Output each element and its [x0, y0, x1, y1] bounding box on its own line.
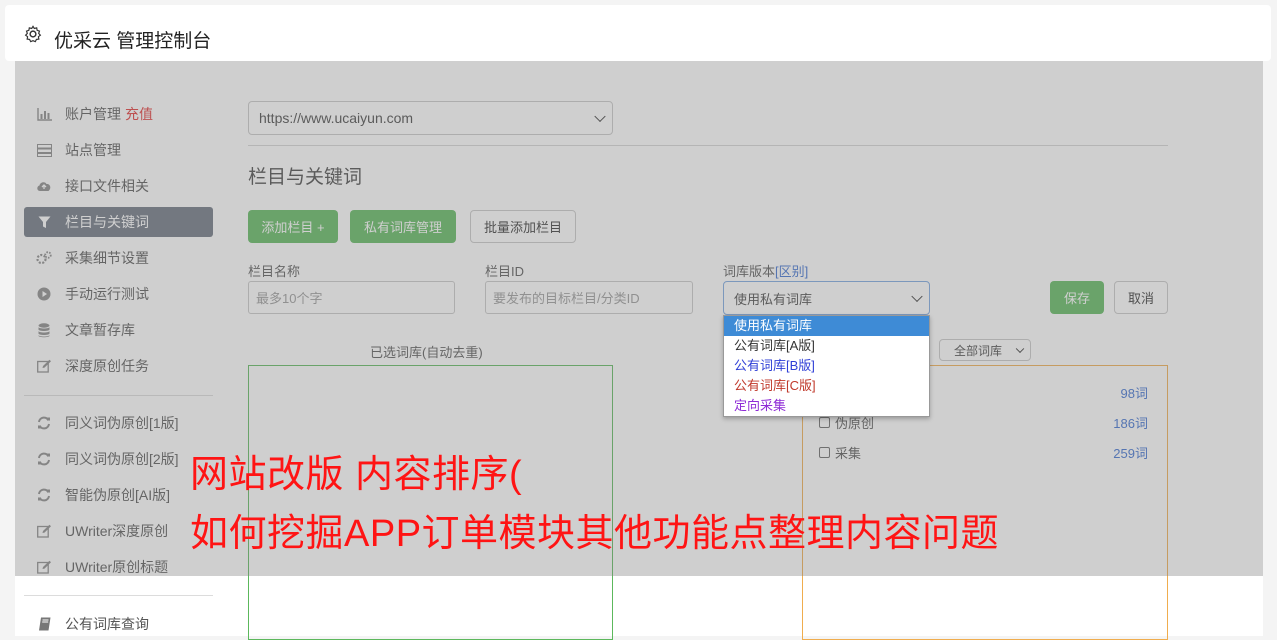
gear-icon	[24, 25, 42, 43]
dropdown-option[interactable]: 使用私有词库	[724, 316, 929, 336]
dropdown-option[interactable]: 定向采集	[724, 396, 929, 416]
sidebar-item-public-lib-query[interactable]: 公有词库查询	[24, 609, 213, 639]
lib-version-dropdown[interactable]: 使用私有词库 公有词库[A版] 公有词库[B版] 公有词库[C版] 定向采集	[723, 315, 930, 417]
gray-overlay	[15, 61, 1263, 576]
sidebar-item-label: 公有词库查询	[65, 616, 149, 632]
dropdown-option[interactable]: 公有词库[B版]	[724, 356, 929, 376]
overlay-headline-line2: 如何挖掘APP订单模块其他功能点整理内容问题	[190, 513, 1000, 555]
book-icon	[36, 616, 52, 632]
app-title: 优采云 管理控制台	[54, 31, 212, 52]
dropdown-option[interactable]: 公有词库[C版]	[724, 376, 929, 396]
top-bar: 优采云 管理控制台	[5, 5, 1271, 61]
overlay-headline-line1: 网站改版 内容排序(	[190, 454, 523, 496]
dropdown-option[interactable]: 公有词库[A版]	[724, 336, 929, 356]
sidebar-divider	[24, 595, 213, 596]
